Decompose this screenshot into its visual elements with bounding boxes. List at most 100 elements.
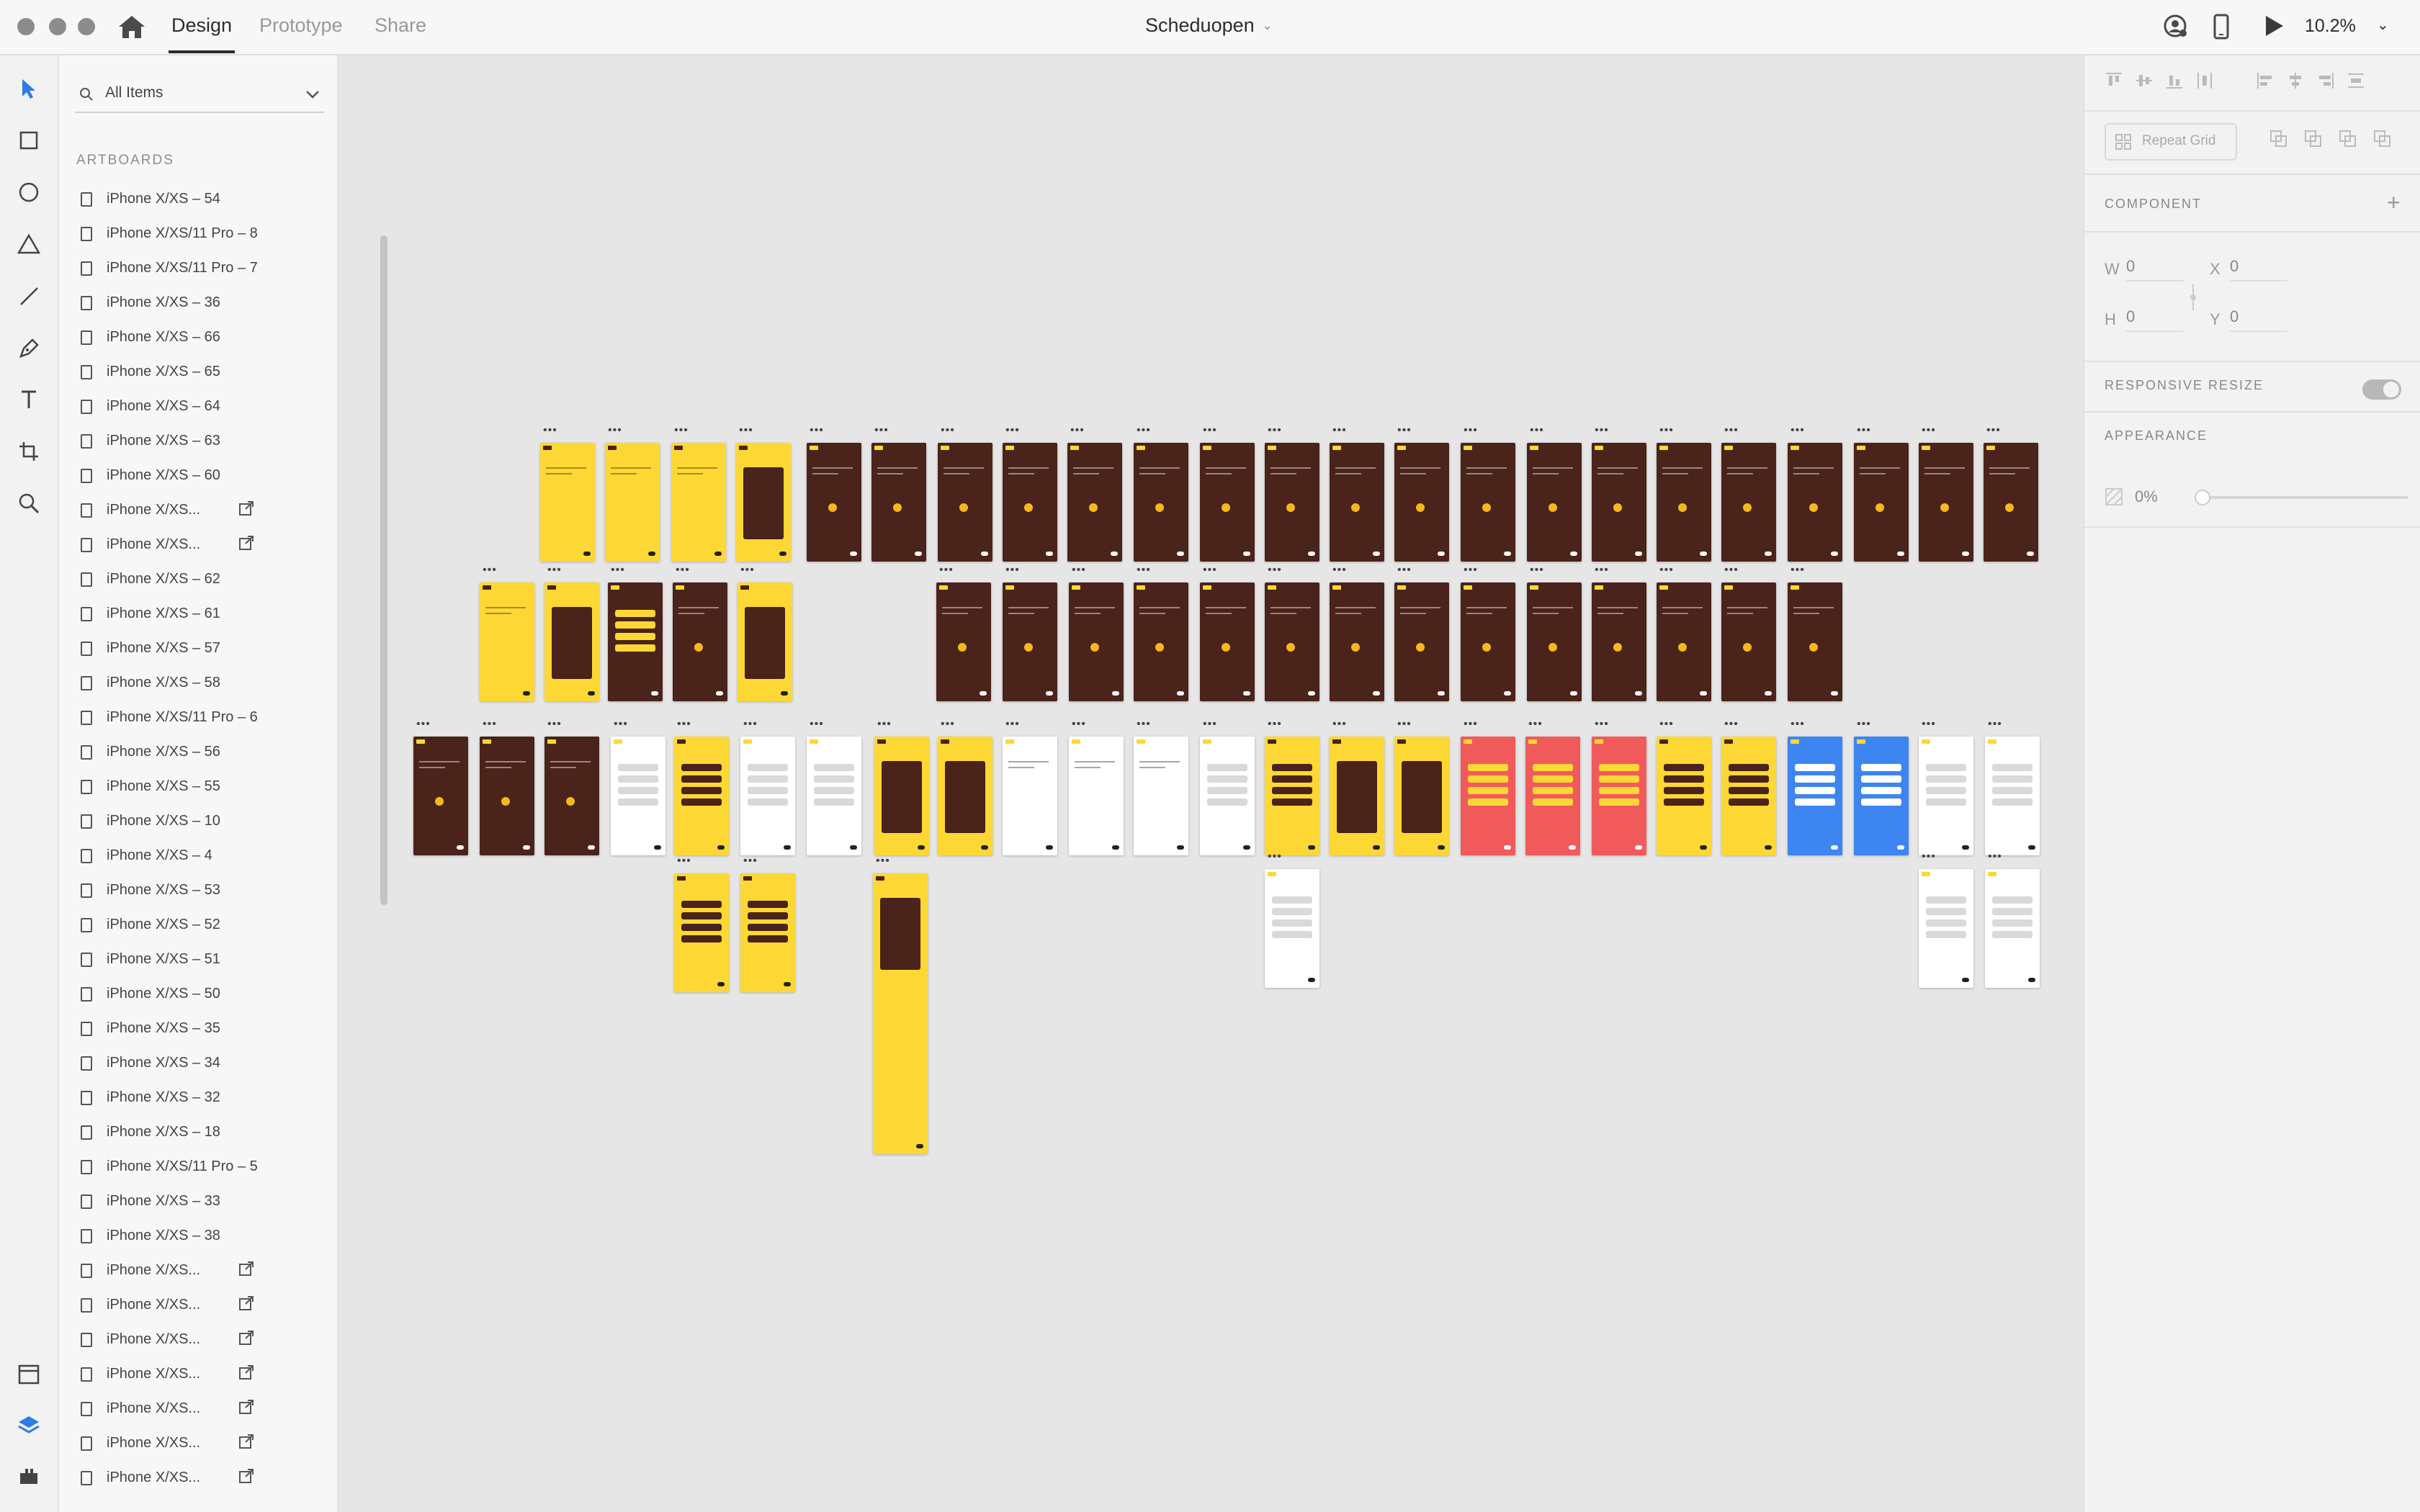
artboard-list-item[interactable]: iPhone X/XS... bbox=[76, 1256, 314, 1291]
artboard-thumbnail[interactable] bbox=[738, 582, 792, 701]
artboard-options-icon[interactable]: ••• bbox=[1464, 564, 1478, 577]
width-field[interactable]: 0 bbox=[2126, 257, 2184, 282]
artboard-thumbnail[interactable] bbox=[1134, 443, 1188, 562]
artboard-list-item[interactable]: iPhone X/XS... bbox=[76, 1464, 314, 1498]
responsive-resize-toggle[interactable] bbox=[2362, 379, 2401, 400]
artboard-list-item[interactable]: iPhone X/XS... bbox=[76, 1429, 314, 1464]
artboard-list-item[interactable]: iPhone X/XS – 51 bbox=[76, 945, 314, 980]
artboard-thumbnail[interactable] bbox=[1657, 582, 1711, 701]
artboard-options-icon[interactable]: ••• bbox=[810, 424, 824, 437]
artboard-options-icon[interactable]: ••• bbox=[1268, 424, 1282, 437]
artboard-list-item[interactable]: iPhone X/XS... bbox=[76, 531, 314, 565]
artboard-thumbnail[interactable] bbox=[608, 582, 663, 701]
artboard-options-icon[interactable]: ••• bbox=[939, 564, 954, 577]
artboard-thumbnail[interactable] bbox=[1788, 443, 1842, 562]
artboard-options-icon[interactable]: ••• bbox=[676, 564, 690, 577]
artboard-list-item[interactable]: iPhone X/XS – 53 bbox=[76, 876, 314, 911]
artboard-thumbnail[interactable] bbox=[1527, 582, 1582, 701]
artboard-thumbnail[interactable] bbox=[736, 443, 791, 562]
artboard-list-item[interactable]: iPhone X/XS – 60 bbox=[76, 462, 314, 496]
artboard-thumbnail[interactable] bbox=[807, 443, 861, 562]
artboard-options-icon[interactable]: ••• bbox=[1857, 424, 1871, 437]
artboard-thumbnail[interactable] bbox=[413, 737, 468, 855]
artboard-options-icon[interactable]: ••• bbox=[547, 718, 562, 731]
artboard-options-icon[interactable]: ••• bbox=[483, 718, 497, 731]
external-link-icon[interactable] bbox=[238, 1295, 254, 1315]
artboard-options-icon[interactable]: ••• bbox=[1659, 424, 1674, 437]
artboard-options-icon[interactable]: ••• bbox=[877, 718, 892, 731]
tab-design[interactable]: Design bbox=[171, 14, 232, 37]
zoom-level[interactable]: 10.2% bbox=[2305, 16, 2356, 37]
artboard-options-icon[interactable]: ••• bbox=[1268, 718, 1282, 731]
artboard-list-item[interactable]: iPhone X/XS... bbox=[76, 1360, 314, 1395]
artboard-options-icon[interactable]: ••• bbox=[1070, 424, 1085, 437]
layers-panel-button[interactable] bbox=[13, 1409, 45, 1441]
window-zoom-button[interactable] bbox=[78, 18, 95, 35]
artboard-thumbnail[interactable] bbox=[1330, 443, 1384, 562]
rectangle-tool[interactable] bbox=[13, 125, 45, 156]
artboard-options-icon[interactable]: ••• bbox=[1203, 564, 1217, 577]
artboard-list-item[interactable]: iPhone X/XS – 10 bbox=[76, 807, 314, 842]
text-tool[interactable] bbox=[13, 384, 45, 415]
artboard-list-item[interactable]: iPhone X/XS – 54 bbox=[76, 185, 314, 220]
artboard-options-icon[interactable]: ••• bbox=[1397, 564, 1412, 577]
play-icon[interactable] bbox=[2262, 13, 2286, 39]
artboard-thumbnail[interactable] bbox=[605, 443, 660, 562]
artboard-list-item[interactable]: iPhone X/XS – 63 bbox=[76, 427, 314, 462]
artboard-options-icon[interactable]: ••• bbox=[1203, 718, 1217, 731]
artboard-thumbnail[interactable] bbox=[1788, 582, 1842, 701]
external-link-icon[interactable] bbox=[238, 1364, 254, 1385]
artboard-thumbnail[interactable] bbox=[740, 873, 795, 992]
artboard-thumbnail[interactable] bbox=[1200, 443, 1255, 562]
artboard-options-icon[interactable]: ••• bbox=[1464, 718, 1478, 731]
artboard-thumbnail[interactable] bbox=[938, 737, 992, 855]
artboard-thumbnail[interactable] bbox=[1657, 443, 1711, 562]
artboard-tool[interactable] bbox=[13, 436, 45, 467]
artboard-thumbnail[interactable] bbox=[1265, 737, 1319, 855]
artboard-options-icon[interactable]: ••• bbox=[1857, 718, 1871, 731]
artboard-list-item[interactable]: iPhone X/XS – 35 bbox=[76, 1014, 314, 1049]
artboard-list-item[interactable]: iPhone X/XS – 62 bbox=[76, 565, 314, 600]
plugins-panel-button[interactable] bbox=[13, 1459, 45, 1491]
artboard-options-icon[interactable]: ••• bbox=[1659, 718, 1674, 731]
chevron-down-icon[interactable]: ⌄ bbox=[1262, 18, 1273, 33]
artboard-thumbnail[interactable] bbox=[1134, 737, 1188, 855]
layers-search[interactable]: All Items bbox=[75, 77, 324, 113]
assets-panel-button[interactable] bbox=[13, 1359, 45, 1390]
chevron-down-icon[interactable] bbox=[304, 86, 321, 103]
share-user-icon[interactable] bbox=[2162, 13, 2188, 39]
artboard-options-icon[interactable]: ••• bbox=[1791, 718, 1805, 731]
design-canvas[interactable]: ••• ••• ••• ••• ••• ••• ••• ••• ••• ••• ••• ••• ••• •… bbox=[339, 55, 2081, 1512]
artboard-thumbnail[interactable] bbox=[871, 443, 926, 562]
y-field[interactable]: 0 bbox=[2230, 307, 2287, 332]
artboard-list-item[interactable]: iPhone X/XS – 36 bbox=[76, 289, 314, 323]
artboard-list-item[interactable]: iPhone X/XS/11 Pro – 6 bbox=[76, 703, 314, 738]
artboard-options-icon[interactable]: ••• bbox=[1724, 718, 1739, 731]
artboard-thumbnail[interactable] bbox=[540, 443, 595, 562]
artboard-list-item[interactable]: iPhone X/XS... bbox=[76, 1291, 314, 1326]
artboard-options-icon[interactable]: ••• bbox=[1791, 564, 1805, 577]
artboard-options-icon[interactable]: ••• bbox=[1724, 564, 1739, 577]
distribute-vertical-icon[interactable] bbox=[2347, 71, 2365, 90]
artboard-options-icon[interactable]: ••• bbox=[1397, 718, 1412, 731]
artboard-options-icon[interactable]: ••• bbox=[1595, 564, 1609, 577]
artboard-options-icon[interactable]: ••• bbox=[810, 718, 824, 731]
artboard-thumbnail[interactable] bbox=[1525, 737, 1580, 855]
artboard-options-icon[interactable]: ••• bbox=[611, 564, 625, 577]
artboard-thumbnail[interactable] bbox=[1721, 443, 1776, 562]
tab-prototype[interactable]: Prototype bbox=[259, 14, 343, 37]
artboard-options-icon[interactable]: ••• bbox=[1988, 718, 2002, 731]
artboard-list-item[interactable]: iPhone X/XS – 66 bbox=[76, 323, 314, 358]
artboard-thumbnail[interactable] bbox=[1854, 737, 1909, 855]
artboard-thumbnail[interactable] bbox=[1069, 737, 1124, 855]
artboard-thumbnail[interactable] bbox=[1919, 737, 1973, 855]
artboard-list-item[interactable]: iPhone X/XS – 58 bbox=[76, 669, 314, 703]
artboard-thumbnail[interactable] bbox=[1265, 582, 1319, 701]
zoom-tool[interactable] bbox=[13, 487, 45, 519]
artboard-thumbnail[interactable] bbox=[1919, 443, 1973, 562]
external-link-icon[interactable] bbox=[238, 1261, 254, 1281]
artboard-thumbnail[interactable] bbox=[874, 737, 929, 855]
artboard-options-icon[interactable]: ••• bbox=[1268, 850, 1282, 863]
artboard-list-item[interactable]: iPhone X/XS/11 Pro – 5 bbox=[76, 1153, 314, 1187]
artboard-thumbnail[interactable] bbox=[1461, 443, 1515, 562]
